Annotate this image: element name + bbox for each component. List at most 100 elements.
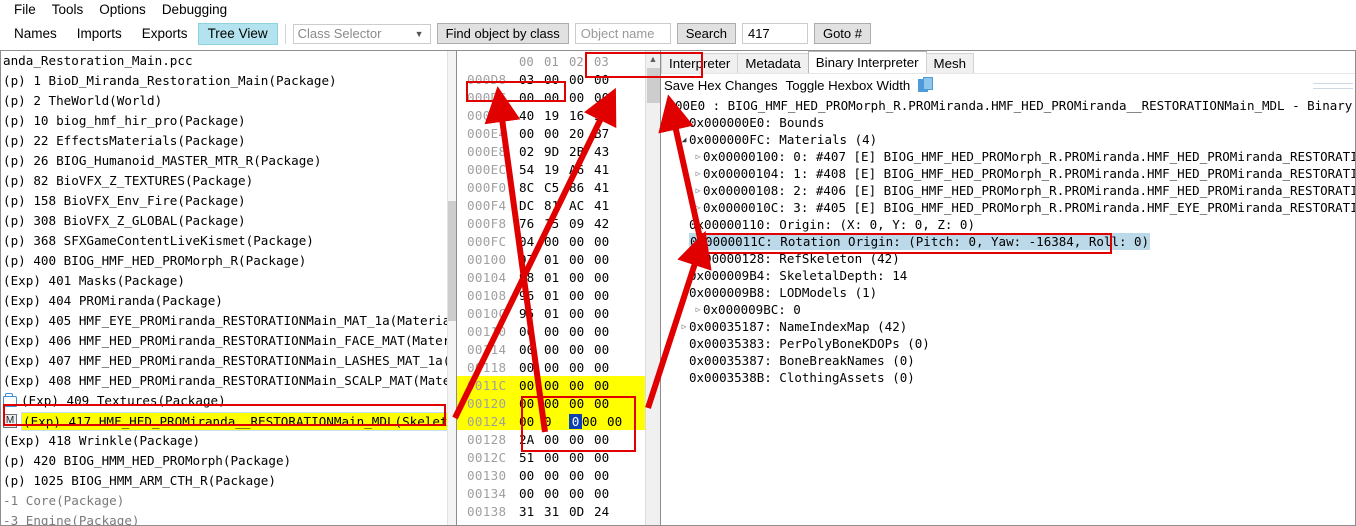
hex-row[interactable]: 000F4 DC 81 AC 41: [457, 196, 660, 214]
hex-byte[interactable]: 9D: [544, 144, 569, 159]
hex-row[interactable]: 000E4 00 00 20 B7: [457, 124, 660, 142]
hex-byte[interactable]: AC: [569, 198, 594, 213]
hex-byte[interactable]: 00: [594, 288, 619, 303]
hex-byte[interactable]: 00: [594, 342, 619, 357]
hex-byte[interactable]: 01: [544, 306, 569, 321]
hex-byte[interactable]: 00: [544, 432, 569, 447]
binary-tree-node[interactable]: ▷ 0x00000128: RefSkeleton (42): [661, 250, 1355, 267]
tree-row[interactable]: (Exp) 407 HMF_HED_PROMiranda_RESTORATION…: [1, 351, 456, 371]
hex-byte[interactable]: 00: [594, 234, 619, 249]
chevron-right-icon[interactable]: ▷: [679, 250, 689, 267]
binary-tree-node[interactable]: ▷ 0x00000100: 0: #407 [E] BIOG_HMF_HED_PR…: [661, 148, 1355, 165]
tree-row[interactable]: (p) 1025 BIOG_HMM_ARM_CTH_R(Package): [1, 471, 456, 491]
hex-byte[interactable]: 97: [519, 252, 544, 267]
hex-byte[interactable]: 2A: [519, 432, 544, 447]
hex-byte[interactable]: 54: [519, 162, 544, 177]
hex-row[interactable]: 00130 00 00 00 00: [457, 466, 660, 484]
binary-tree-node[interactable]: ▷ 0x00035187: NameIndexMap (42): [661, 318, 1355, 335]
tree-row[interactable]: (Exp) 418 Wrinkle(Package): [1, 431, 456, 451]
hex-scroll-thumb[interactable]: [647, 68, 660, 103]
hex-row[interactable]: 000FC 04 00 00 00: [457, 232, 660, 250]
hex-byte[interactable]: 02: [519, 144, 544, 159]
chevron-right-icon[interactable]: ▷: [679, 114, 689, 131]
hex-byte[interactable]: 0D: [569, 504, 594, 519]
hex-byte[interactable]: 00: [544, 450, 569, 465]
hex-byte[interactable]: 19: [544, 108, 569, 123]
hex-byte[interactable]: 41: [594, 162, 619, 177]
tree-row[interactable]: (Exp) 401 Masks(Package): [1, 271, 456, 291]
hex-byte[interactable]: 00: [544, 360, 569, 375]
hex-byte[interactable]: 00: [569, 270, 594, 285]
hex-byte[interactable]: 42: [594, 216, 619, 231]
hex-byte[interactable]: 00: [519, 90, 544, 105]
hex-byte[interactable]: 00: [594, 324, 619, 339]
binary-tree-node[interactable]: ▷ 0x0000010C: 3: #405 [E] BIOG_HMF_HED_PR…: [661, 199, 1355, 216]
hex-byte[interactable]: 15: [544, 216, 569, 231]
hex-byte[interactable]: 00: [594, 90, 619, 105]
tab-exports[interactable]: Exports: [132, 23, 198, 45]
hex-byte[interactable]: 98: [519, 270, 544, 285]
hex-byte[interactable]: 00: [519, 468, 544, 483]
hex-byte[interactable]: 00: [569, 288, 594, 303]
panel-scroll-thumb[interactable]: [1313, 88, 1353, 89]
menu-item-options[interactable]: Options: [91, 1, 154, 19]
chevron-right-icon[interactable]: ▷: [679, 318, 689, 335]
tree-row[interactable]: (Exp) 409 Textures(Package): [1, 391, 456, 411]
chevron-down-icon[interactable]: ◢: [679, 284, 689, 301]
hex-byte[interactable]: 00: [594, 252, 619, 267]
hex-byte[interactable]: 00: [594, 306, 619, 321]
scroll-up-icon[interactable]: ▲: [646, 51, 660, 66]
tree-row[interactable]: (p) 1 BioD_Miranda_Restoration_Main(Pack…: [1, 71, 456, 91]
hex-row[interactable]: 000F8 76 15 09 42: [457, 214, 660, 232]
chevron-right-icon[interactable]: ▷: [693, 182, 703, 199]
binary-tree-node[interactable]: 0x0003538B: ClothingAssets (0): [661, 369, 1355, 386]
binary-tree-node[interactable]: 00E0 : BIOG_HMF_HED_PROMorph_R.PROMirand…: [661, 97, 1355, 114]
hex-byte[interactable]: A6: [569, 162, 594, 177]
hex-byte[interactable]: 00: [544, 396, 569, 411]
hex-byte[interactable]: C5: [544, 180, 569, 195]
binary-tree-node[interactable]: ▷ 0x00000104: 1: #408 [E] BIOG_HMF_HED_PR…: [661, 165, 1355, 182]
hex-row[interactable]: 0010C 95 01 00 00: [457, 304, 660, 322]
hex-byte[interactable]: 00: [594, 432, 619, 447]
hex-byte[interactable]: 00: [519, 324, 544, 339]
hex-byte[interactable]: 00: [519, 378, 544, 393]
hex-row[interactable]: 000DC 00 00 00 00: [457, 88, 660, 106]
hex-byte[interactable]: 00: [519, 360, 544, 375]
hex-vertical-scrollbar[interactable]: ▲: [645, 51, 660, 525]
hex-row[interactable]: 00118 00 00 00 00: [457, 358, 660, 376]
hex-row[interactable]: 00134 00 00 00 00: [457, 484, 660, 502]
hex-byte[interactable]: 8C: [519, 180, 544, 195]
hex-byte[interactable]: 00: [594, 396, 619, 411]
hex-byte[interactable]: 0: [544, 414, 569, 429]
hex-row[interactable]: 00100 97 01 00 00: [457, 250, 660, 268]
hex-byte[interactable]: 00: [544, 378, 569, 393]
tab-tree-view[interactable]: Tree View: [197, 22, 278, 45]
tree-row[interactable]: (p) 400 BIOG_HMF_HED_PROMorph_R(Package): [1, 251, 456, 271]
toggle-hexbox-width-button[interactable]: Toggle Hexbox Width: [786, 78, 911, 93]
hex-byte[interactable]: 86: [569, 180, 594, 195]
hex-byte[interactable]: B7: [594, 126, 619, 141]
hex-row[interactable]: 00120 00 00 00 00: [457, 394, 660, 412]
binary-tree-node[interactable]: ▷ 0x000009BC: 0: [661, 301, 1355, 318]
hex-byte[interactable]: 2B: [569, 144, 594, 159]
binary-tree-node[interactable]: ▷ 0x00000108: 2: #406 [E] BIOG_HMF_HED_PR…: [661, 182, 1355, 199]
hex-byte[interactable]: 41: [594, 180, 619, 195]
hex-row[interactable]: 000D8 03 00 00 00: [457, 70, 660, 88]
hex-editor-panel[interactable]: 00 01 02 03 000D8 03 00 00 00 000DC 00 00 00 00 00…: [456, 50, 661, 526]
tree-row[interactable]: M (Exp) 417 HMF_HED_PROMiranda__RESTORATI…: [1, 411, 456, 431]
tab-imports[interactable]: Imports: [67, 23, 132, 45]
hex-byte[interactable]: 00: [569, 234, 594, 249]
hex-row[interactable]: 00128 2A 00 00 00: [457, 430, 660, 448]
hex-byte[interactable]: 00: [594, 450, 619, 465]
tree-row[interactable]: (p) 368 SFXGameContentLiveKismet(Package…: [1, 231, 456, 251]
hex-byte[interactable]: 00: [519, 414, 544, 429]
hex-byte[interactable]: 00: [594, 468, 619, 483]
hex-byte[interactable]: 31: [519, 504, 544, 519]
find-object-by-class-button[interactable]: Find object by class: [436, 23, 569, 44]
tree-row[interactable]: (p) 158 BioVFX_Env_Fire(Package): [1, 191, 456, 211]
hex-byte[interactable]: 00: [569, 72, 594, 87]
menu-item-tools[interactable]: Tools: [44, 1, 92, 19]
binary-tree-node[interactable]: ◢ 0x000000FC: Materials (4): [661, 131, 1355, 148]
menu-item-file[interactable]: File: [6, 1, 44, 19]
hex-row[interactable]: 00108 96 01 00 00: [457, 286, 660, 304]
